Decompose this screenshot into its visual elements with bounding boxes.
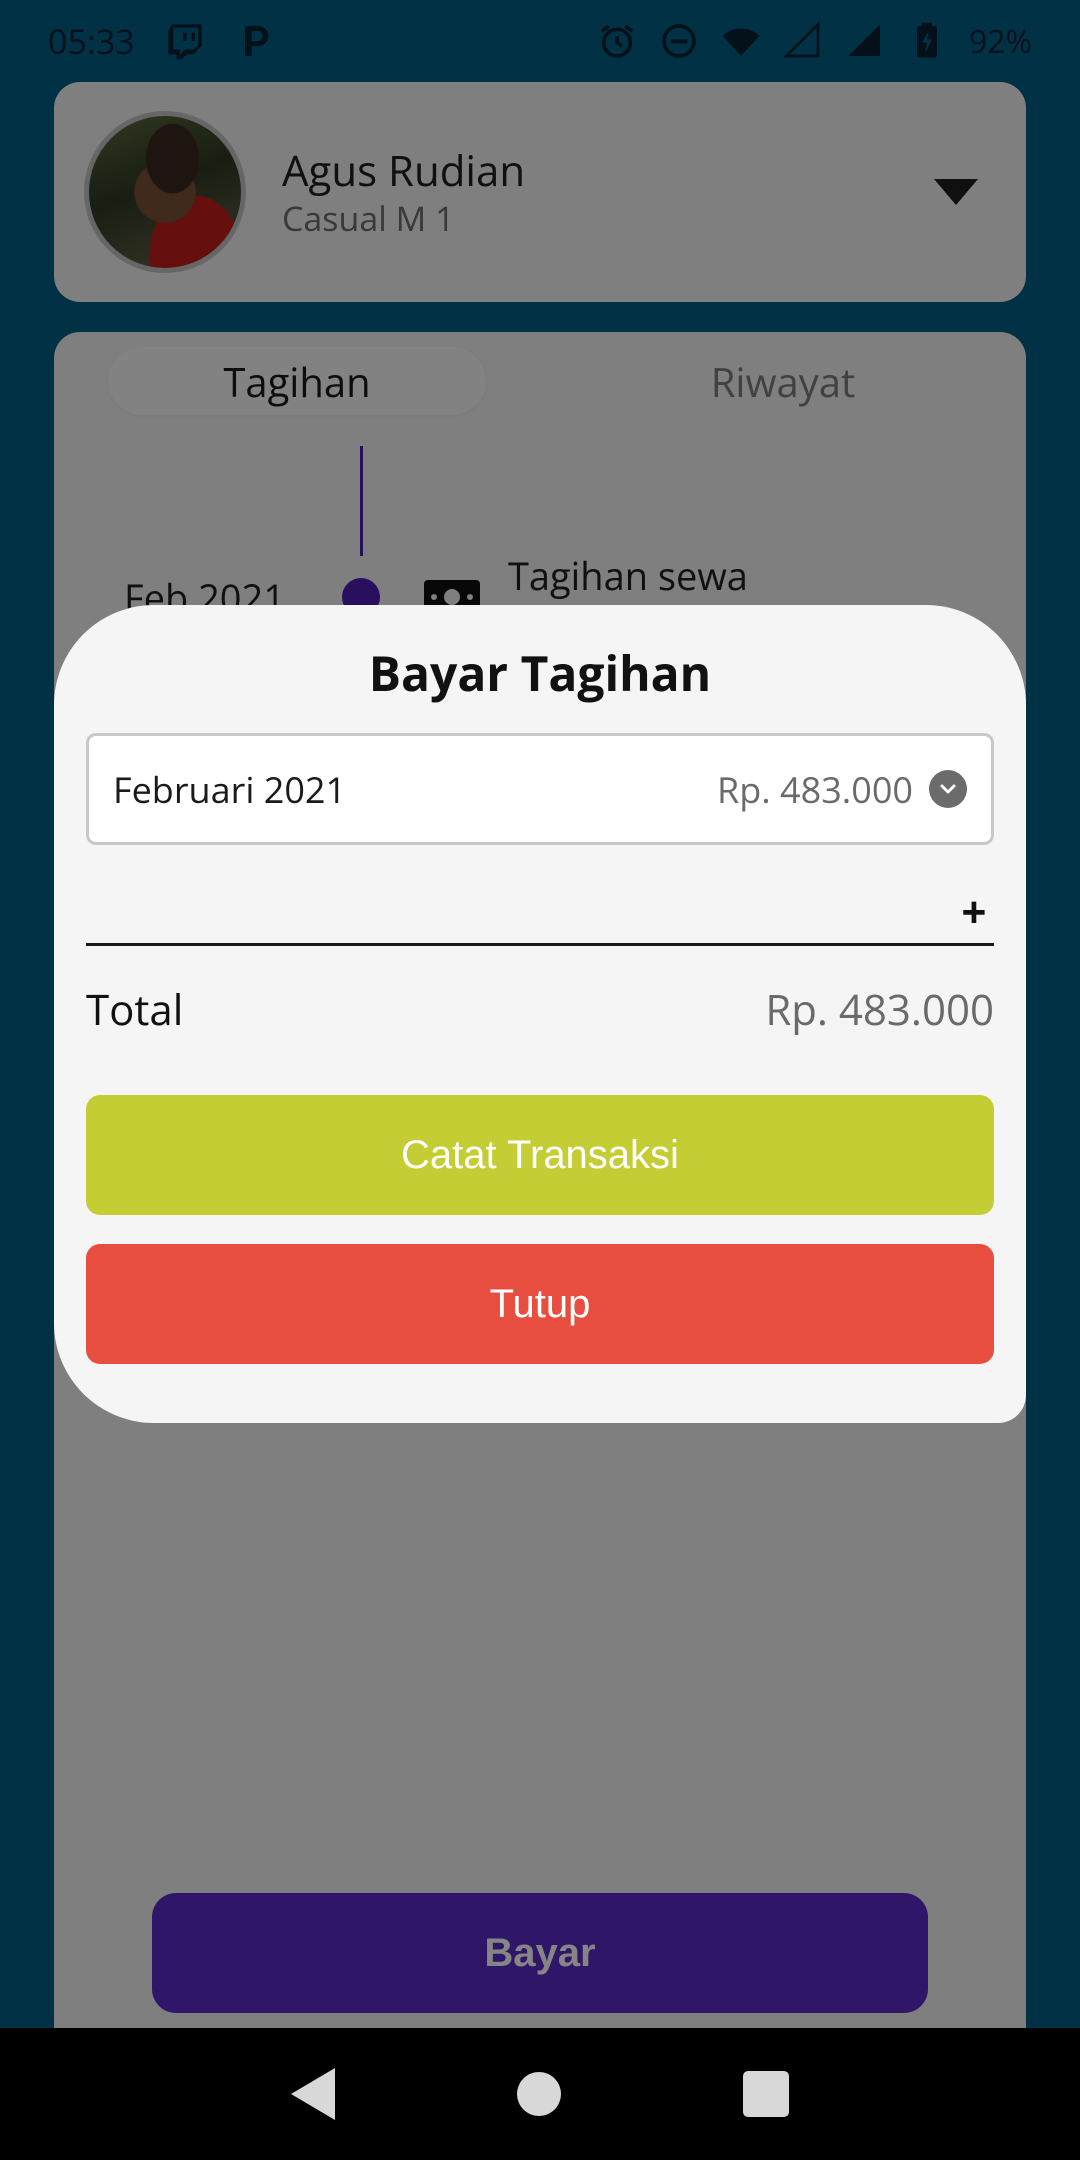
divider [86, 943, 994, 946]
chevron-down-icon[interactable] [929, 770, 967, 808]
modal-title: Bayar Tagihan [368, 641, 712, 706]
back-icon[interactable] [291, 2068, 335, 2120]
home-icon[interactable] [517, 2072, 561, 2116]
select-month: Februari 2021 [113, 764, 347, 814]
total-label: Total [86, 981, 184, 1038]
select-amount: Rp. 483.000 [716, 764, 913, 814]
navigation-bar [0, 2028, 1080, 2160]
tutup-button[interactable]: Tutup [86, 1244, 994, 1364]
bayar-tagihan-modal: Bayar Tagihan Februari 2021 Rp. 483.000 … [54, 605, 1026, 1423]
add-icon[interactable]: + [952, 889, 996, 933]
recent-apps-icon[interactable] [743, 2071, 789, 2117]
month-select[interactable]: Februari 2021 Rp. 483.000 [86, 733, 994, 845]
total-value: Rp. 483.000 [765, 981, 994, 1038]
catat-transaksi-button[interactable]: Catat Transaksi [86, 1095, 994, 1215]
